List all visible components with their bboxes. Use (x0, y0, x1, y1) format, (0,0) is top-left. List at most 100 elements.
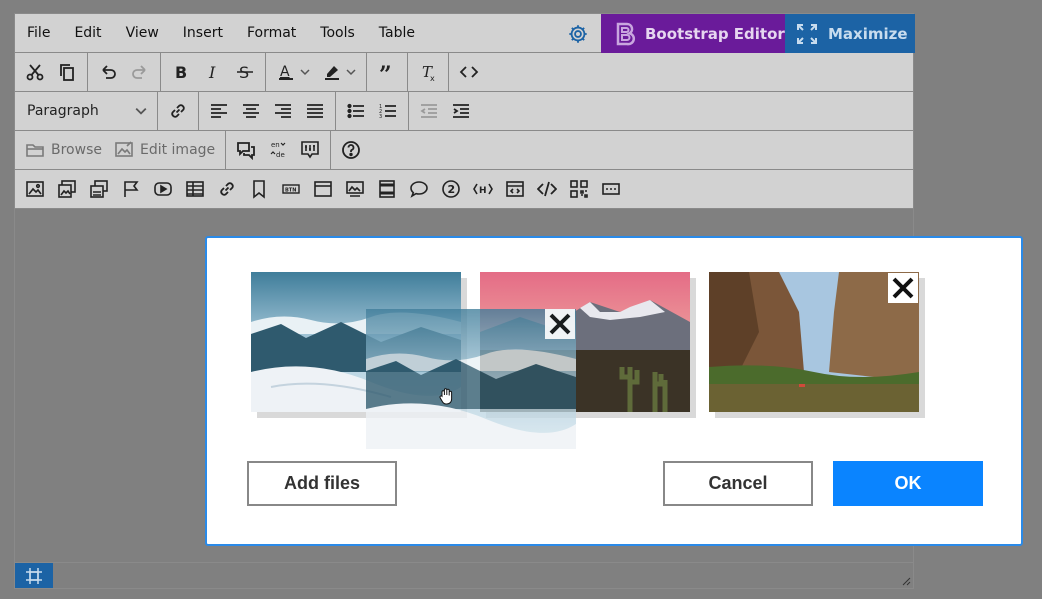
italic-icon[interactable]: I (197, 56, 229, 88)
numbered-list-icon[interactable]: 123 (372, 95, 404, 127)
flag-icon[interactable] (115, 173, 147, 205)
align-justify-icon[interactable] (299, 95, 331, 127)
heading-icon[interactable]: H (467, 173, 499, 205)
cancel-button[interactable]: Cancel (663, 461, 813, 506)
image-carousel-icon[interactable] (83, 173, 115, 205)
grid-icon (26, 567, 42, 584)
svg-text:en: en (271, 141, 280, 149)
align-left-icon[interactable] (203, 95, 235, 127)
badge-icon[interactable]: 2 (435, 173, 467, 205)
maximize-label: Maximize (828, 24, 908, 43)
menubar: File Edit View Insert Format Tools Table… (15, 14, 915, 53)
maximize-icon (797, 23, 817, 44)
folder-icon (26, 144, 44, 157)
blockquote-icon[interactable]: ” (371, 56, 403, 88)
paragraph-select-label: Paragraph (27, 103, 99, 119)
card-icon[interactable] (307, 173, 339, 205)
horizontal-rule-icon[interactable] (595, 173, 627, 205)
highlight-color-button[interactable] (316, 56, 362, 88)
indent-icon[interactable] (445, 95, 477, 127)
help-icon[interactable] (335, 134, 367, 166)
undo-icon[interactable] (92, 56, 124, 88)
comments-icon[interactable] (230, 134, 262, 166)
svg-text:de: de (276, 151, 285, 159)
paragraph-select[interactable]: Paragraph (19, 95, 153, 127)
svg-text:A: A (280, 64, 290, 80)
menu-format[interactable]: Format (235, 25, 308, 41)
align-center-icon[interactable] (235, 95, 267, 127)
bookmark-icon[interactable] (243, 173, 275, 205)
toolbar-row-3: Browse Edit image en de (15, 131, 913, 170)
text-color-icon: A (279, 64, 293, 80)
toolbar-row-4: BTN 2 H (15, 170, 913, 209)
copy-icon[interactable] (51, 56, 83, 88)
cut-icon[interactable] (19, 56, 51, 88)
svg-text:3: 3 (379, 114, 382, 120)
menu-insert[interactable]: Insert (171, 25, 235, 41)
svg-text:H: H (479, 186, 487, 196)
outdent-icon[interactable] (413, 95, 445, 127)
panel-icon[interactable] (371, 173, 403, 205)
resize-handle-icon[interactable] (901, 576, 911, 586)
remove-dragging-image-button[interactable] (545, 309, 575, 339)
svg-text:2: 2 (448, 183, 456, 196)
button-icon[interactable]: BTN (275, 173, 307, 205)
gear-icon[interactable] (567, 23, 589, 45)
code-icon[interactable] (531, 173, 563, 205)
svg-text:B: B (175, 63, 187, 82)
bullet-list-icon[interactable] (340, 95, 372, 127)
bootstrap-editor-label: Bootstrap Editor (645, 24, 785, 43)
bootstrap-editor-button[interactable]: Bootstrap Editor (601, 14, 785, 53)
chevron-down-icon (300, 69, 310, 76)
menu-file[interactable]: File (15, 25, 62, 41)
bold-icon[interactable]: B (165, 56, 197, 88)
browse-button[interactable]: Browse (19, 134, 108, 166)
browse-label: Browse (51, 142, 102, 158)
redo-icon[interactable] (124, 56, 156, 88)
edit-image-button[interactable]: Edit image (108, 134, 221, 166)
jumbotron-icon[interactable] (339, 173, 371, 205)
table-icon[interactable] (179, 173, 211, 205)
menu-edit[interactable]: Edit (62, 25, 113, 41)
svg-text:x: x (430, 74, 435, 82)
menu-tools[interactable]: Tools (308, 25, 367, 41)
language-icon[interactable]: en de (262, 134, 294, 166)
add-files-button[interactable]: Add files (247, 461, 397, 506)
edit-image-icon (115, 141, 133, 157)
svg-text:I: I (208, 63, 216, 82)
image-gallery-icon[interactable] (51, 173, 83, 205)
menu-view[interactable]: View (114, 25, 171, 41)
snippet-icon[interactable] (499, 173, 531, 205)
grab-cursor-icon (439, 388, 453, 405)
accessibility-checker-icon[interactable] (294, 134, 326, 166)
source-code-icon[interactable] (453, 56, 485, 88)
image-icon[interactable] (19, 173, 51, 205)
close-icon (549, 313, 571, 335)
svg-text:”: ” (379, 62, 392, 82)
strikethrough-icon[interactable]: S (229, 56, 261, 88)
close-icon (892, 277, 914, 299)
align-right-icon[interactable] (267, 95, 299, 127)
toolbar-row-1: B I S A ” Tx (15, 53, 913, 92)
grid-toggle-button[interactable] (15, 563, 53, 588)
toolbar-row-2: Paragraph 123 (15, 92, 913, 131)
menu-table[interactable]: Table (367, 25, 427, 41)
highlighter-icon (325, 66, 339, 80)
chevron-down-icon (135, 107, 147, 115)
ok-button[interactable]: OK (833, 461, 983, 506)
chevron-down-icon (346, 69, 356, 76)
svg-text:BTN: BTN (285, 188, 296, 194)
edit-image-label: Edit image (139, 142, 216, 158)
clear-formatting-icon[interactable]: Tx (412, 56, 444, 88)
maximize-button[interactable]: Maximize (785, 14, 915, 53)
link-2-icon[interactable] (211, 173, 243, 205)
statusbar (15, 562, 913, 588)
remove-image-3-button[interactable] (888, 273, 918, 303)
video-icon[interactable] (147, 173, 179, 205)
link-icon[interactable] (162, 95, 194, 127)
popover-icon[interactable] (403, 173, 435, 205)
text-color-button[interactable]: A (270, 56, 316, 88)
bootstrap-logo-icon (616, 22, 636, 45)
qrcode-icon[interactable] (563, 173, 595, 205)
gallery-dialog: Add files Cancel OK (205, 236, 1023, 546)
